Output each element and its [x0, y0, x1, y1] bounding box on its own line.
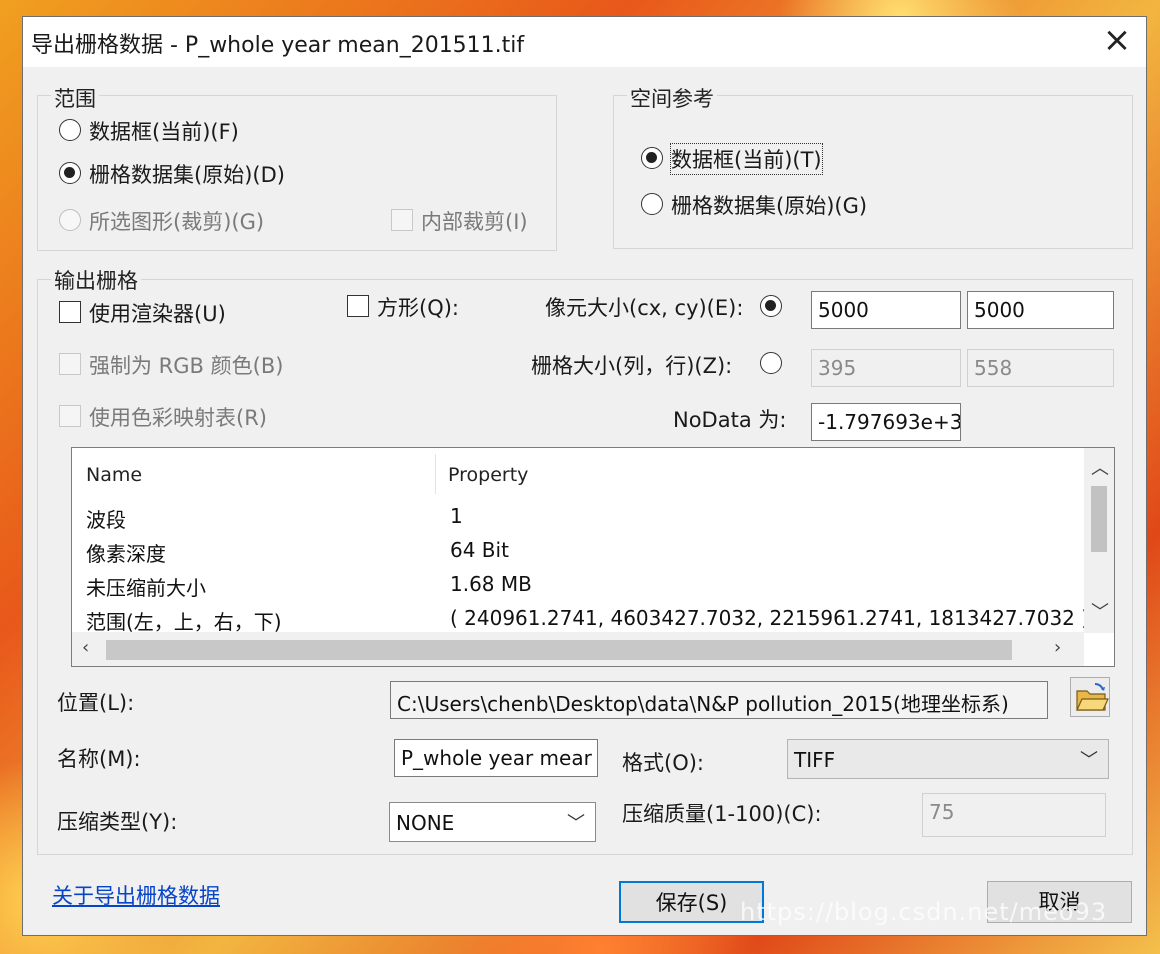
raster-size-radio[interactable] — [760, 352, 782, 374]
horizontal-scrollbar[interactable]: ‹ › — [72, 632, 1084, 666]
format-select[interactable]: TIFF ﹀ — [787, 739, 1109, 779]
export-raster-dialog: 导出栅格数据 - P_whole year mean_201511.tif × … — [22, 16, 1147, 936]
property-row-name: 范围(左，上，右，下) — [86, 610, 282, 634]
sr-raster-radio[interactable] — [641, 193, 663, 215]
folder-icon — [1076, 683, 1109, 711]
column-divider[interactable] — [435, 454, 436, 494]
compression-type-value: NONE — [396, 811, 455, 835]
vertical-scroll-thumb[interactable] — [1091, 486, 1107, 552]
extent-dataframe-label[interactable]: 数据框(当前)(F) — [89, 116, 239, 146]
format-label: 格式(O): — [622, 751, 704, 775]
use-renderer-label[interactable]: 使用渲染器(U) — [89, 298, 226, 328]
close-button[interactable]: × — [1100, 23, 1134, 59]
name-label: 名称(M): — [57, 747, 141, 771]
sr-dataframe-label[interactable]: 数据框(当前)(T) — [670, 143, 823, 175]
raster-properties-list[interactable]: Name Property 波段 1 像素深度 64 Bit 未压缩前大小 1.… — [71, 447, 1115, 667]
close-icon: × — [1102, 20, 1132, 60]
format-value: TIFF — [794, 748, 836, 772]
square-checkbox[interactable] — [347, 295, 369, 317]
column-header-property[interactable]: Property — [448, 464, 528, 486]
extent-raster-radio[interactable] — [59, 162, 81, 184]
extent-selected-radio[interactable] — [59, 209, 81, 231]
location-label: 位置(L): — [57, 691, 135, 715]
inner-clip-label: 内部裁剪(I) — [421, 210, 528, 234]
compression-type-select[interactable]: NONE ﹀ — [389, 802, 596, 842]
inner-clip-checkbox[interactable] — [391, 209, 413, 231]
square-label[interactable]: 方形(Q): — [377, 292, 459, 322]
vertical-scrollbar[interactable]: ︿ ﹀ — [1084, 448, 1114, 633]
use-colormap-label: 使用色彩映射表(R) — [89, 406, 267, 430]
nodata-input[interactable]: -1.797693e+3 — [811, 403, 961, 441]
column-header-name[interactable]: Name — [86, 464, 142, 486]
property-row-value: 1 — [450, 504, 463, 528]
title-bar: 导出栅格数据 - P_whole year mean_201511.tif × — [23, 17, 1146, 67]
compression-quality-label: 压缩质量(1-100)(C): — [622, 802, 822, 826]
scroll-left-icon[interactable]: ‹ — [82, 637, 89, 658]
name-input[interactable]: P_whole year mear — [394, 739, 598, 777]
scroll-right-icon[interactable]: › — [1054, 637, 1061, 658]
cell-size-radio[interactable] — [760, 295, 782, 317]
property-row-value: ( 240961.2741, 4603427.7032, 2215961.274… — [450, 606, 1090, 630]
output-raster-legend: 输出栅格 — [51, 265, 141, 295]
force-rgb-label: 强制为 RGB 颜色(B) — [89, 354, 284, 378]
compression-quality-input[interactable]: 75 — [922, 793, 1106, 837]
horizontal-scroll-thumb[interactable] — [106, 640, 1012, 660]
about-export-raster-link[interactable]: 关于导出栅格数据 — [52, 880, 220, 910]
property-row-name: 波段 — [86, 508, 126, 532]
compression-type-label: 压缩类型(Y): — [57, 810, 178, 834]
raster-cols-input[interactable]: 395 — [811, 349, 961, 387]
scroll-up-icon[interactable]: ︿ — [1091, 454, 1109, 480]
cell-size-x-input[interactable]: 5000 — [811, 291, 961, 329]
force-rgb-checkbox[interactable] — [59, 353, 81, 375]
chevron-down-icon: ﹀ — [1080, 750, 1098, 771]
watermark-text: https://blog.csdn.net/meo93 — [740, 898, 1108, 926]
extent-dataframe-radio[interactable] — [59, 119, 81, 141]
extent-selected-label: 所选图形(裁剪)(G) — [89, 210, 265, 234]
location-input[interactable]: C:\Users\chenb\Desktop\data\N&P pollutio… — [390, 681, 1048, 719]
extent-legend: 范围 — [51, 83, 99, 113]
sr-raster-label[interactable]: 栅格数据集(原始)(G) — [671, 190, 867, 220]
cell-size-y-input[interactable]: 5000 — [967, 291, 1114, 329]
property-row-name: 未压缩前大小 — [86, 576, 206, 600]
window-title: 导出栅格数据 - P_whole year mean_201511.tif — [31, 33, 525, 58]
chevron-down-icon: ﹀ — [567, 813, 585, 834]
browse-folder-button[interactable] — [1070, 677, 1110, 717]
use-renderer-checkbox[interactable] — [59, 301, 81, 323]
cell-size-label: 像元大小(cx, cy)(E): — [545, 296, 744, 320]
property-row-name: 像素深度 — [86, 542, 166, 566]
property-row-value: 64 Bit — [450, 538, 509, 562]
extent-raster-label[interactable]: 栅格数据集(原始)(D) — [89, 159, 285, 189]
raster-size-label: 栅格大小(列，行)(Z): — [531, 354, 733, 378]
property-row-value: 1.68 MB — [450, 572, 532, 596]
scroll-down-icon[interactable]: ﹀ — [1091, 598, 1109, 624]
nodata-label: NoData 为: — [673, 408, 787, 432]
raster-rows-input[interactable]: 558 — [967, 349, 1114, 387]
spatial-reference-legend: 空间参考 — [627, 83, 717, 113]
sr-dataframe-radio[interactable] — [641, 147, 663, 169]
use-colormap-checkbox[interactable] — [59, 405, 81, 427]
